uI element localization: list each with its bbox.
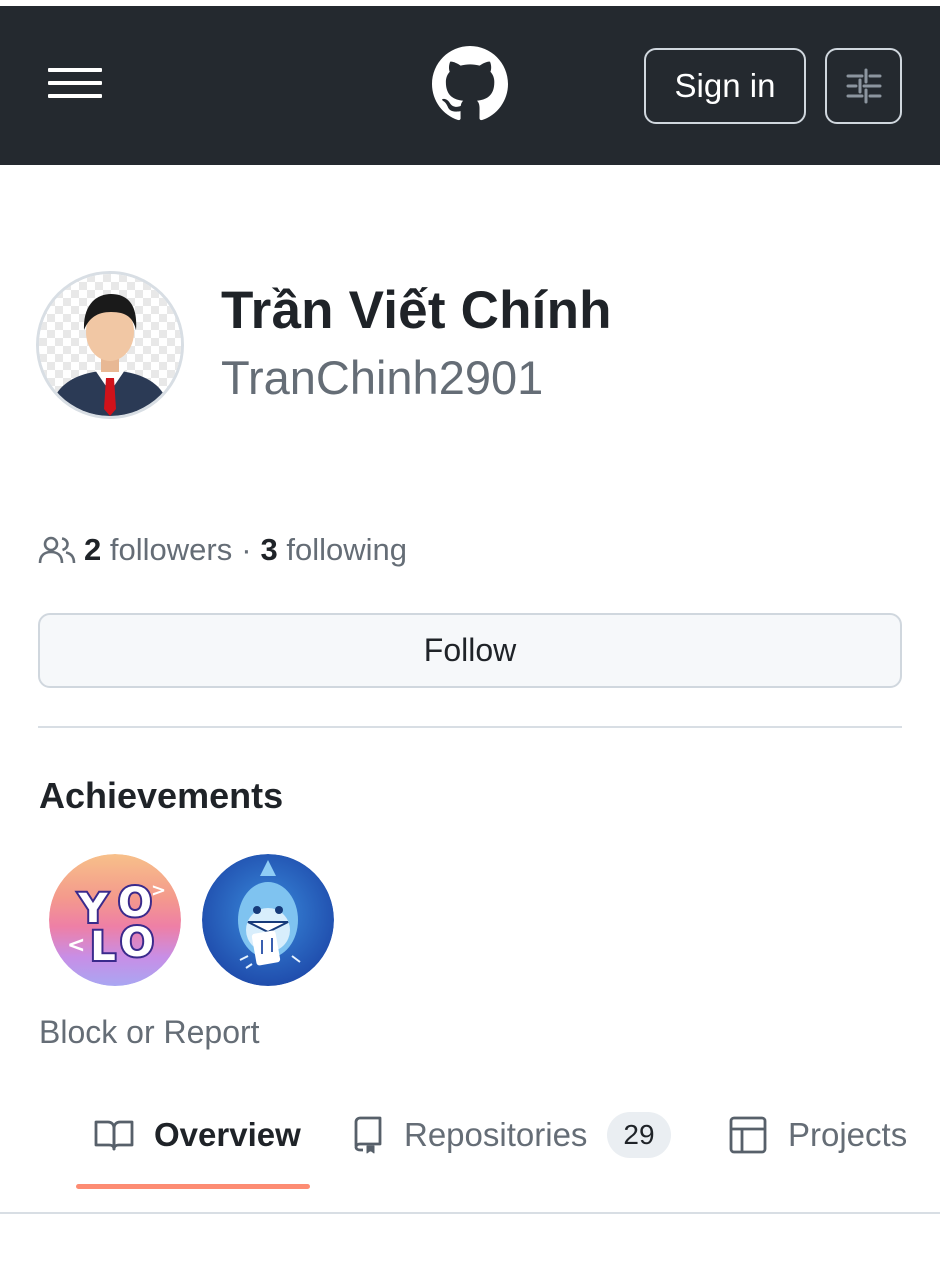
table-icon bbox=[729, 1116, 767, 1154]
svg-text:<: < bbox=[67, 933, 85, 958]
following-count: 3 bbox=[260, 532, 278, 567]
followers-count: 2 bbox=[84, 532, 102, 567]
hamburger-line bbox=[48, 94, 102, 98]
profile-tabs: Overview Repositories 29 Projects bbox=[0, 1090, 940, 1212]
tab-overview[interactable]: Overview bbox=[94, 1110, 301, 1160]
followers-link[interactable]: 2 followers bbox=[84, 532, 232, 568]
hamburger-line bbox=[48, 68, 102, 72]
pull-shark-badge-image bbox=[202, 854, 334, 986]
followers-label: followers bbox=[109, 532, 233, 567]
tab-projects-label: Projects bbox=[788, 1116, 908, 1153]
pull-shark-badge[interactable] bbox=[202, 854, 334, 986]
settings-button[interactable] bbox=[825, 48, 902, 124]
profile-username: TranChinh2901 bbox=[221, 351, 544, 404]
follow-label: Follow bbox=[423, 632, 517, 668]
sign-in-button[interactable]: Sign in bbox=[644, 48, 806, 124]
repo-icon bbox=[354, 1116, 382, 1154]
hamburger-line bbox=[48, 81, 102, 85]
svg-text:L: L bbox=[90, 924, 116, 970]
following-label: following bbox=[286, 532, 408, 567]
avatar-image bbox=[39, 274, 181, 416]
sign-in-label: Sign in bbox=[674, 67, 776, 104]
achievements-title: Achievements bbox=[39, 775, 284, 816]
tab-overview-label: Overview bbox=[154, 1116, 301, 1153]
following-link[interactable]: 3 following bbox=[261, 532, 408, 568]
block-or-report-link[interactable]: Block or Report bbox=[39, 1014, 260, 1051]
book-icon bbox=[94, 1120, 134, 1151]
yolo-badge-image: Y O L O < > bbox=[49, 854, 181, 986]
people-icon bbox=[38, 536, 76, 564]
tab-projects[interactable]: Projects bbox=[728, 1110, 907, 1160]
separator-dot: · bbox=[241, 532, 252, 567]
active-tab-indicator bbox=[76, 1184, 310, 1189]
site-header: Sign in bbox=[0, 6, 940, 165]
hamburger-menu-button[interactable] bbox=[40, 58, 110, 108]
follow-stats: 2 followers · 3 following bbox=[38, 528, 407, 572]
tabs-border bbox=[0, 1212, 940, 1214]
tab-repositories-label: Repositories bbox=[404, 1116, 588, 1153]
tab-repositories[interactable]: Repositories 29 bbox=[350, 1110, 671, 1160]
profile-full-name: Trần Viết Chính bbox=[221, 281, 612, 340]
divider bbox=[38, 726, 902, 728]
svg-text:>: > bbox=[151, 880, 166, 901]
svg-text:O: O bbox=[120, 920, 154, 966]
avatar[interactable] bbox=[36, 271, 184, 419]
follow-button[interactable]: Follow bbox=[38, 613, 902, 688]
repositories-counter: 29 bbox=[607, 1112, 671, 1158]
yolo-badge[interactable]: Y O L O < > bbox=[49, 854, 181, 986]
sliders-icon bbox=[846, 68, 881, 104]
github-mark-icon[interactable] bbox=[432, 46, 508, 122]
